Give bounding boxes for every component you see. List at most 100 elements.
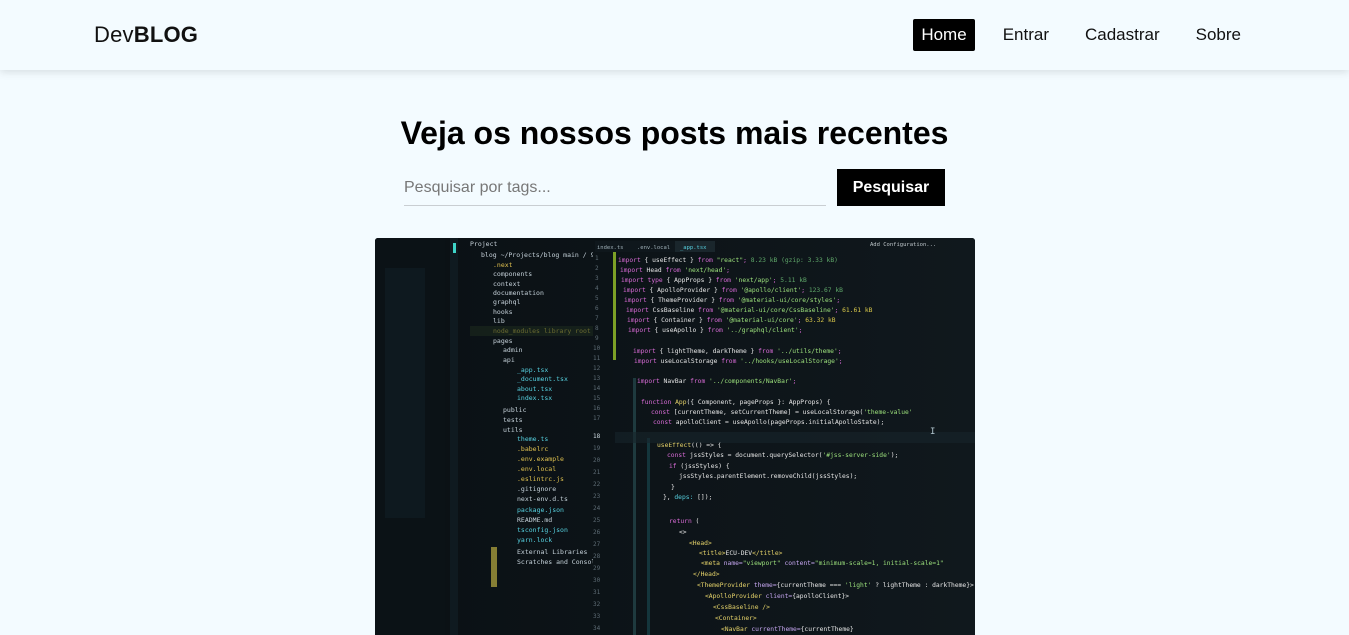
- svg-text:11: 11: [593, 355, 601, 362]
- svg-text:README.md: README.md: [517, 516, 552, 524]
- svg-text:19: 19: [593, 445, 601, 452]
- svg-text:.env.example: .env.example: [517, 455, 564, 463]
- svg-text:_app.tsx: _app.tsx: [680, 245, 707, 251]
- post-image[interactable]: Project blog ~/Projects/blog main / 9 .n…: [375, 238, 975, 635]
- svg-text:29: 29: [593, 565, 601, 572]
- svg-text:graphql: graphql: [493, 298, 520, 306]
- svg-text:about.tsx: about.tsx: [517, 385, 552, 393]
- svg-text:33: 33: [593, 613, 601, 620]
- nav-cadastrar-link[interactable]: Cadastrar: [1077, 19, 1168, 51]
- svg-text:.env.local: .env.local: [517, 465, 556, 473]
- svg-text:_document.tsx: _document.tsx: [517, 375, 568, 383]
- svg-text:31: 31: [593, 589, 601, 596]
- svg-text:23: 23: [593, 493, 601, 500]
- svg-text:17: 17: [593, 415, 601, 422]
- svg-text:8: 8: [595, 325, 599, 332]
- svg-text:components: components: [493, 270, 532, 278]
- svg-text:Project: Project: [470, 240, 497, 248]
- svg-text:_app.tsx: _app.tsx: [517, 366, 548, 374]
- brand-logo[interactable]: DevBLOG: [94, 22, 198, 48]
- nav-entrar-link[interactable]: Entrar: [995, 19, 1057, 51]
- svg-text:10: 10: [593, 345, 601, 352]
- nav-sobre-link[interactable]: Sobre: [1188, 19, 1249, 51]
- svg-text:.gitignore: .gitignore: [517, 485, 556, 493]
- svg-text:}, deps: []);: }, deps: []);: [663, 494, 712, 501]
- svg-text:.eslintrc.js: .eslintrc.js: [517, 475, 564, 483]
- svg-text:useEffect(() => {: useEffect(() => {: [657, 442, 722, 449]
- svg-text:<Container>: <Container>: [715, 615, 757, 622]
- svg-text:blog ~/Projects/blog main / 9: blog ~/Projects/blog main / 9: [481, 251, 595, 259]
- svg-text:Scratches and Consoles: Scratches and Consoles: [517, 558, 603, 566]
- svg-text:yarn.lock: yarn.lock: [517, 536, 552, 544]
- svg-text:jssStyles.parentElement.remove: jssStyles.parentElement.removeChild(jssS…: [679, 473, 857, 480]
- svg-text:27: 27: [593, 541, 601, 548]
- svg-text:if (jssStyles) {: if (jssStyles) {: [669, 463, 730, 470]
- page-title: Veja os nossos posts mais recentes: [400, 115, 949, 151]
- svg-text:6: 6: [595, 305, 599, 312]
- svg-text:hooks: hooks: [493, 308, 513, 316]
- svg-text:function App({ Component, page: function App({ Component, pageProps }: A…: [641, 399, 831, 406]
- svg-text:5: 5: [595, 295, 599, 302]
- svg-text:<CssBaseline />: <CssBaseline />: [713, 604, 770, 611]
- svg-text:18: 18: [593, 433, 601, 440]
- svg-text:13: 13: [593, 375, 601, 382]
- svg-text:26: 26: [593, 529, 601, 536]
- svg-text:4: 4: [595, 285, 599, 292]
- svg-text:import NavBar from '../compone: import NavBar from '../components/NavBar…: [637, 378, 796, 385]
- svg-text:import Head from 'next/head';: import Head from 'next/head';: [620, 267, 730, 274]
- svg-text:<>: <>: [679, 529, 687, 536]
- svg-text:.env.local: .env.local: [637, 245, 670, 251]
- svg-text:import { useApollo } from '../: import { useApollo } from '../graphql/cl…: [628, 327, 802, 334]
- svg-text:admin: admin: [503, 346, 523, 354]
- svg-text:lib: lib: [493, 317, 505, 325]
- svg-text:documentation: documentation: [493, 289, 544, 297]
- svg-text:.next: .next: [493, 261, 513, 269]
- svg-text:12: 12: [593, 365, 601, 372]
- svg-text:25: 25: [593, 517, 601, 524]
- svg-text:21: 21: [593, 469, 601, 476]
- svg-text:import useLocalStorage from '.: import useLocalStorage from '../hooks/us…: [634, 358, 843, 365]
- main-nav: Home Entrar Cadastrar Sobre: [893, 19, 1249, 51]
- svg-text:32: 32: [593, 601, 601, 608]
- svg-text:import { Container } from '@ma: import { Container } from '@material-ui/…: [627, 317, 836, 324]
- svg-text:api: api: [503, 356, 515, 364]
- svg-text:tsconfig.json: tsconfig.json: [517, 526, 568, 534]
- svg-text:3: 3: [595, 275, 599, 282]
- svg-text:import type { AppProps } from: import type { AppProps } from 'next/app'…: [621, 277, 807, 284]
- svg-text:import { ApolloProvider } from: import { ApolloProvider } from '@apollo/…: [623, 287, 843, 294]
- svg-text:import CssBaseline from '@mate: import CssBaseline from '@material-ui/co…: [626, 307, 873, 314]
- svg-text:<title>ECU-DEV</title>: <title>ECU-DEV</title>: [699, 550, 783, 557]
- svg-text:14: 14: [593, 385, 601, 392]
- svg-text:next-env.d.ts: next-env.d.ts: [517, 495, 568, 503]
- svg-text:import { useEffect } from "rea: import { useEffect } from "react"; 8.23 …: [618, 257, 838, 264]
- svg-text:tests: tests: [503, 416, 523, 424]
- svg-text:import { ThemeProvider } from: import { ThemeProvider } from '@material…: [624, 297, 840, 304]
- nav-home-link[interactable]: Home: [913, 19, 975, 51]
- svg-text:import { lightTheme, darkTheme: import { lightTheme, darkTheme } from '.…: [633, 348, 842, 355]
- search-input[interactable]: [404, 170, 826, 206]
- svg-text:}: }: [671, 484, 675, 491]
- svg-text:pages: pages: [493, 337, 513, 345]
- svg-text:package.json: package.json: [517, 506, 564, 514]
- svg-text:</Head>: </Head>: [693, 571, 720, 578]
- svg-text:const jssStyles = document.que: const jssStyles = document.querySelector…: [667, 452, 898, 459]
- search-button[interactable]: Pesquisar: [837, 169, 945, 206]
- svg-text:const [currentTheme, setCurren: const [currentTheme, setCurrentTheme] = …: [651, 409, 913, 416]
- svg-text:28: 28: [593, 553, 601, 560]
- brand-bold: BLOG: [133, 22, 199, 47]
- svg-text:20: 20: [593, 457, 601, 464]
- svg-text:9: 9: [595, 335, 599, 342]
- svg-text:<Head>: <Head>: [689, 540, 712, 547]
- svg-text:index.ts: index.ts: [597, 245, 624, 251]
- svg-text:return (: return (: [669, 518, 699, 525]
- svg-text:I: I: [930, 427, 935, 437]
- svg-text:External Libraries: External Libraries: [517, 548, 588, 556]
- svg-text:Add Configuration...: Add Configuration...: [870, 242, 936, 248]
- svg-text:const apolloClient = useApollo: const apolloClient = useApollo(pageProps…: [653, 419, 884, 426]
- site-header: DevBLOG Home Entrar Cadastrar Sobre: [0, 0, 1349, 70]
- svg-text:<ThemeProvider theme={currentT: <ThemeProvider theme={currentTheme === '…: [697, 582, 974, 589]
- svg-text:context: context: [493, 280, 520, 288]
- svg-text:1: 1: [595, 255, 599, 262]
- svg-text:<ApolloProvider client={apollo: <ApolloProvider client={apolloClient}>: [705, 593, 849, 600]
- svg-text:<NavBar currentTheme={currentT: <NavBar currentTheme={currentTheme}: [721, 626, 854, 633]
